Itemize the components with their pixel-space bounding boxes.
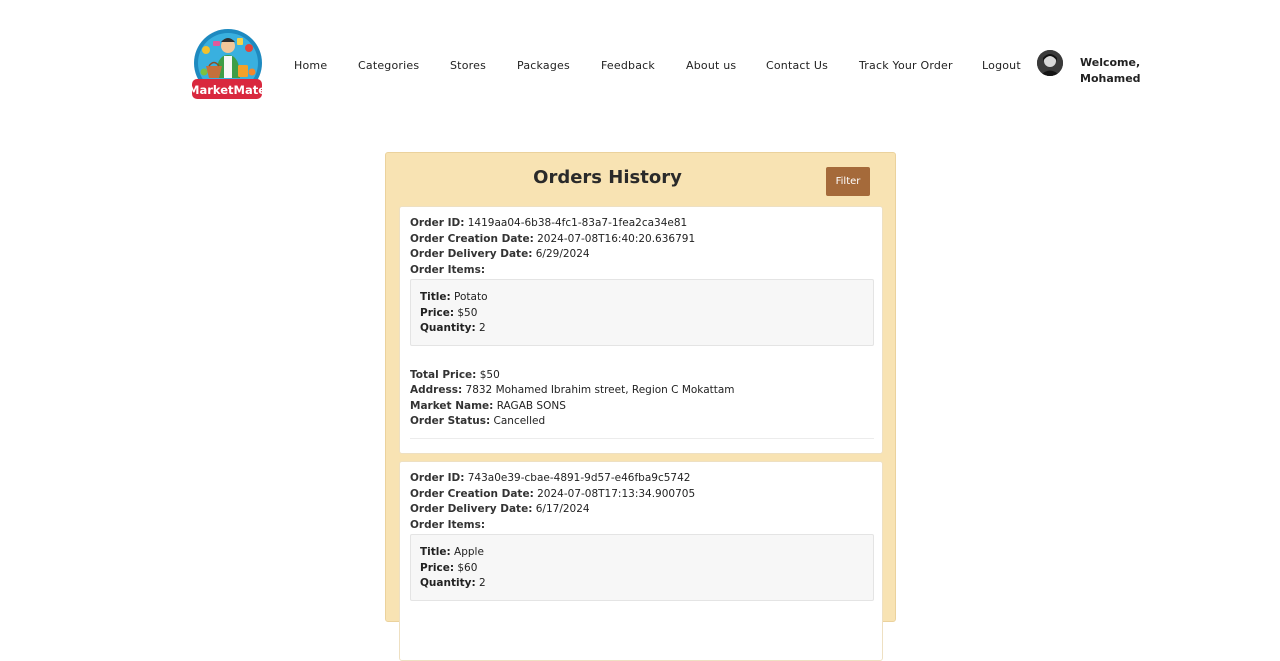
filter-button[interactable]: Filter bbox=[826, 167, 870, 196]
item-price-value: $50 bbox=[457, 307, 478, 319]
creation-date-row: Order Creation Date: 2024-07-08T16:40:20… bbox=[410, 233, 695, 245]
nav-link-home[interactable]: Home bbox=[294, 59, 327, 72]
delivery-date-label: Order Delivery Date: bbox=[410, 503, 533, 515]
delivery-date-value: 6/29/2024 bbox=[535, 248, 590, 260]
nav-link-feedback[interactable]: Feedback bbox=[601, 59, 655, 72]
creation-date-label: Order Creation Date: bbox=[410, 488, 534, 500]
welcome-greeting: Welcome, bbox=[1080, 56, 1141, 69]
total-price-value: $50 bbox=[479, 369, 500, 381]
orders-history-panel: Orders History Filter Order ID: 1419aa04… bbox=[385, 152, 896, 661]
creation-date-row: Order Creation Date: 2024-07-08T17:13:34… bbox=[410, 488, 695, 500]
user-avatar[interactable] bbox=[1037, 50, 1063, 76]
nav-link-contact-us[interactable]: Contact Us bbox=[766, 59, 828, 72]
item-price-row: Price: $60 bbox=[420, 562, 477, 574]
item-title-label: Title: bbox=[420, 291, 451, 303]
item-quantity-label: Quantity: bbox=[420, 322, 476, 334]
nav-link-about-us[interactable]: About us bbox=[686, 59, 736, 72]
order-id-label: Order ID: bbox=[410, 217, 465, 229]
order-items-heading: Order Items: bbox=[410, 264, 485, 276]
brand-wordmark: MarketMate bbox=[192, 83, 264, 97]
order-card: Order ID: 1419aa04-6b38-4fc1-83a7-1fea2c… bbox=[399, 206, 883, 454]
item-title-row: Title: Apple bbox=[420, 546, 484, 558]
total-price-label: Total Price: bbox=[410, 369, 477, 381]
item-title-label: Title: bbox=[420, 546, 451, 558]
creation-date-label: Order Creation Date: bbox=[410, 233, 534, 245]
item-quantity-label: Quantity: bbox=[420, 577, 476, 589]
order-id-label: Order ID: bbox=[410, 472, 465, 484]
navbar: MarketMate Home Categories Stores Packag… bbox=[0, 0, 1280, 130]
item-title-row: Title: Potato bbox=[420, 291, 488, 303]
delivery-date-label: Order Delivery Date: bbox=[410, 248, 533, 260]
market-name-label: Market Name: bbox=[410, 400, 494, 412]
marketmate-logo[interactable]: MarketMate bbox=[188, 28, 266, 104]
total-price-row: Total Price: $50 bbox=[410, 369, 500, 381]
nav-link-logout[interactable]: Logout bbox=[982, 59, 1021, 72]
welcome-username: Mohamed bbox=[1080, 72, 1141, 85]
order-items-heading: Order Items: bbox=[410, 519, 485, 531]
item-quantity-value: 2 bbox=[479, 577, 486, 589]
creation-date-value: 2024-07-08T17:13:34.900705 bbox=[537, 488, 696, 500]
order-card: Order ID: 743a0e39-cbae-4891-9d57-e46fba… bbox=[399, 461, 883, 661]
item-quantity-row: Quantity: 2 bbox=[420, 322, 486, 334]
order-id-row: Order ID: 743a0e39-cbae-4891-9d57-e46fba… bbox=[410, 472, 690, 484]
nav-link-stores[interactable]: Stores bbox=[450, 59, 486, 72]
welcome-message: Welcome, Mohamed bbox=[1080, 55, 1141, 87]
order-id-row: Order ID: 1419aa04-6b38-4fc1-83a7-1fea2c… bbox=[410, 217, 687, 229]
creation-date-value: 2024-07-08T16:40:20.636791 bbox=[537, 233, 696, 245]
order-status-label: Order Status: bbox=[410, 415, 491, 427]
address-label: Address: bbox=[410, 384, 463, 396]
nav-link-categories[interactable]: Categories bbox=[358, 59, 419, 72]
delivery-date-row: Order Delivery Date: 6/29/2024 bbox=[410, 248, 590, 260]
item-quantity-row: Quantity: 2 bbox=[420, 577, 486, 589]
market-name-value: RAGAB SONS bbox=[496, 400, 566, 412]
order-status-row: Order Status: Cancelled bbox=[410, 415, 545, 427]
delivery-date-row: Order Delivery Date: 6/17/2024 bbox=[410, 503, 590, 515]
nav-link-track-order[interactable]: Track Your Order bbox=[859, 59, 953, 72]
order-id-value: 743a0e39-cbae-4891-9d57-e46fba9c5742 bbox=[467, 472, 691, 484]
order-item: Title: Apple Price: $60 Quantity: 2 bbox=[410, 534, 874, 601]
order-status-value: Cancelled bbox=[493, 415, 546, 427]
order-items-label: Order Items: bbox=[410, 264, 486, 276]
item-price-value: $60 bbox=[457, 562, 478, 574]
delivery-date-value: 6/17/2024 bbox=[535, 503, 590, 515]
address-value: 7832 Mohamed Ibrahim street, Region C Mo… bbox=[465, 384, 735, 396]
item-title-value: Apple bbox=[454, 546, 484, 558]
item-price-row: Price: $50 bbox=[420, 307, 477, 319]
item-quantity-value: 2 bbox=[479, 322, 486, 334]
nav-link-packages[interactable]: Packages bbox=[517, 59, 570, 72]
market-name-row: Market Name: RAGAB SONS bbox=[410, 400, 566, 412]
order-item: Title: Potato Price: $50 Quantity: 2 bbox=[410, 279, 874, 346]
order-items-label: Order Items: bbox=[410, 519, 486, 531]
address-row: Address: 7832 Mohamed Ibrahim street, Re… bbox=[410, 384, 735, 396]
card-divider bbox=[410, 438, 874, 439]
item-title-value: Potato bbox=[454, 291, 488, 303]
page-title: Orders History bbox=[533, 167, 682, 188]
item-price-label: Price: bbox=[420, 562, 455, 574]
item-price-label: Price: bbox=[420, 307, 455, 319]
order-id-value: 1419aa04-6b38-4fc1-83a7-1fea2ca34e81 bbox=[467, 217, 688, 229]
